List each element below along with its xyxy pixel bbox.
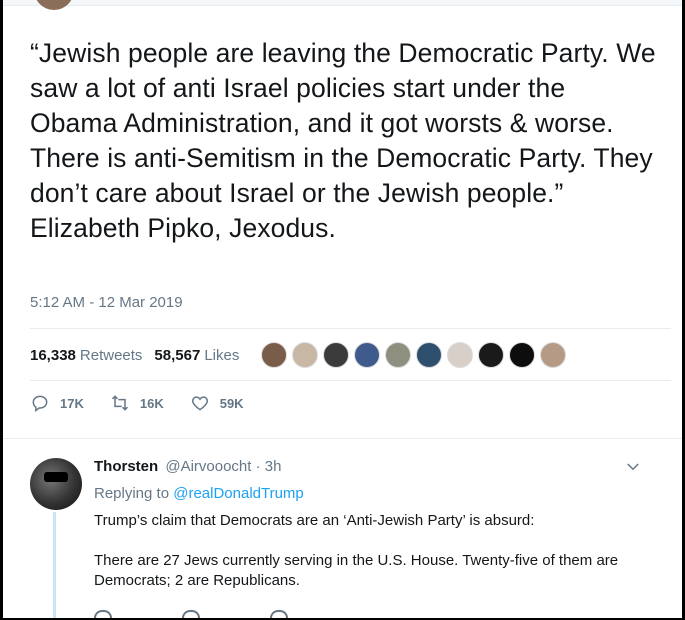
- replying-to: Replying to @realDonaldTrump: [94, 485, 304, 502]
- liker-avatar[interactable]: [509, 342, 536, 368]
- tweet-timestamp[interactable]: 5:12 AM - 12 Mar 2019: [30, 294, 183, 311]
- reply-paragraph-1: Trump’s claim that Democrats are an ‘Ant…: [94, 512, 535, 529]
- reply-header: Thorsten @Airvooocht · 3h: [94, 458, 281, 475]
- reply-button[interactable]: 17K: [30, 393, 84, 413]
- reply-icon: [32, 395, 48, 412]
- replying-to-link[interactable]: @realDonaldTrump: [173, 485, 304, 502]
- tweet-stats: 16,338 Retweets 58,567 Likes: [30, 330, 567, 380]
- heart-icon: [191, 396, 208, 411]
- reply-body: Trump’s claim that Democrats are an ‘Ant…: [94, 511, 634, 591]
- retweet-count: 16K: [139, 395, 164, 411]
- liker-avatar[interactable]: [478, 342, 505, 368]
- liker-avatar[interactable]: [385, 342, 412, 368]
- liker-avatar[interactable]: [354, 342, 381, 368]
- retweet-icon: [111, 395, 128, 411]
- divider-top: [30, 328, 671, 329]
- likes-label[interactable]: Likes: [204, 347, 239, 364]
- reply-author-name[interactable]: Thorsten: [94, 458, 158, 475]
- like-button[interactable]: 59K: [190, 393, 244, 413]
- reply-avatar[interactable]: [30, 458, 82, 510]
- chevron-down-icon[interactable]: [624, 458, 642, 476]
- liker-avatar[interactable]: [292, 342, 319, 368]
- thread-line: [53, 512, 56, 620]
- reply-author-handle[interactable]: @Airvooocht · 3h: [165, 458, 281, 475]
- liker-avatar[interactable]: [261, 342, 288, 368]
- likers-avatars: [261, 342, 567, 368]
- liker-avatar[interactable]: [540, 342, 567, 368]
- reply-separator: [3, 438, 682, 439]
- replying-prefix: Replying to: [94, 485, 170, 502]
- retweets-label[interactable]: Retweets: [80, 347, 143, 364]
- cropped-top-bar: [3, 0, 682, 6]
- retweet-button[interactable]: 16K: [110, 393, 164, 413]
- liker-avatar[interactable]: [323, 342, 350, 368]
- tweet-actions: 17K 16K 59K: [30, 388, 270, 418]
- retweets-count[interactable]: 16,338: [30, 347, 76, 364]
- reply-count: 17K: [60, 395, 84, 411]
- reply-paragraph-2: There are 27 Jews currently serving in t…: [94, 552, 619, 589]
- frame-border-left: [0, 0, 3, 620]
- liker-avatar[interactable]: [416, 342, 443, 368]
- liker-avatar[interactable]: [447, 342, 474, 368]
- likes-count[interactable]: 58,567: [154, 347, 200, 364]
- like-count: 59K: [219, 395, 244, 411]
- divider-bottom: [30, 380, 671, 381]
- tweet-text: “Jewish people are leaving the Democrati…: [30, 38, 656, 243]
